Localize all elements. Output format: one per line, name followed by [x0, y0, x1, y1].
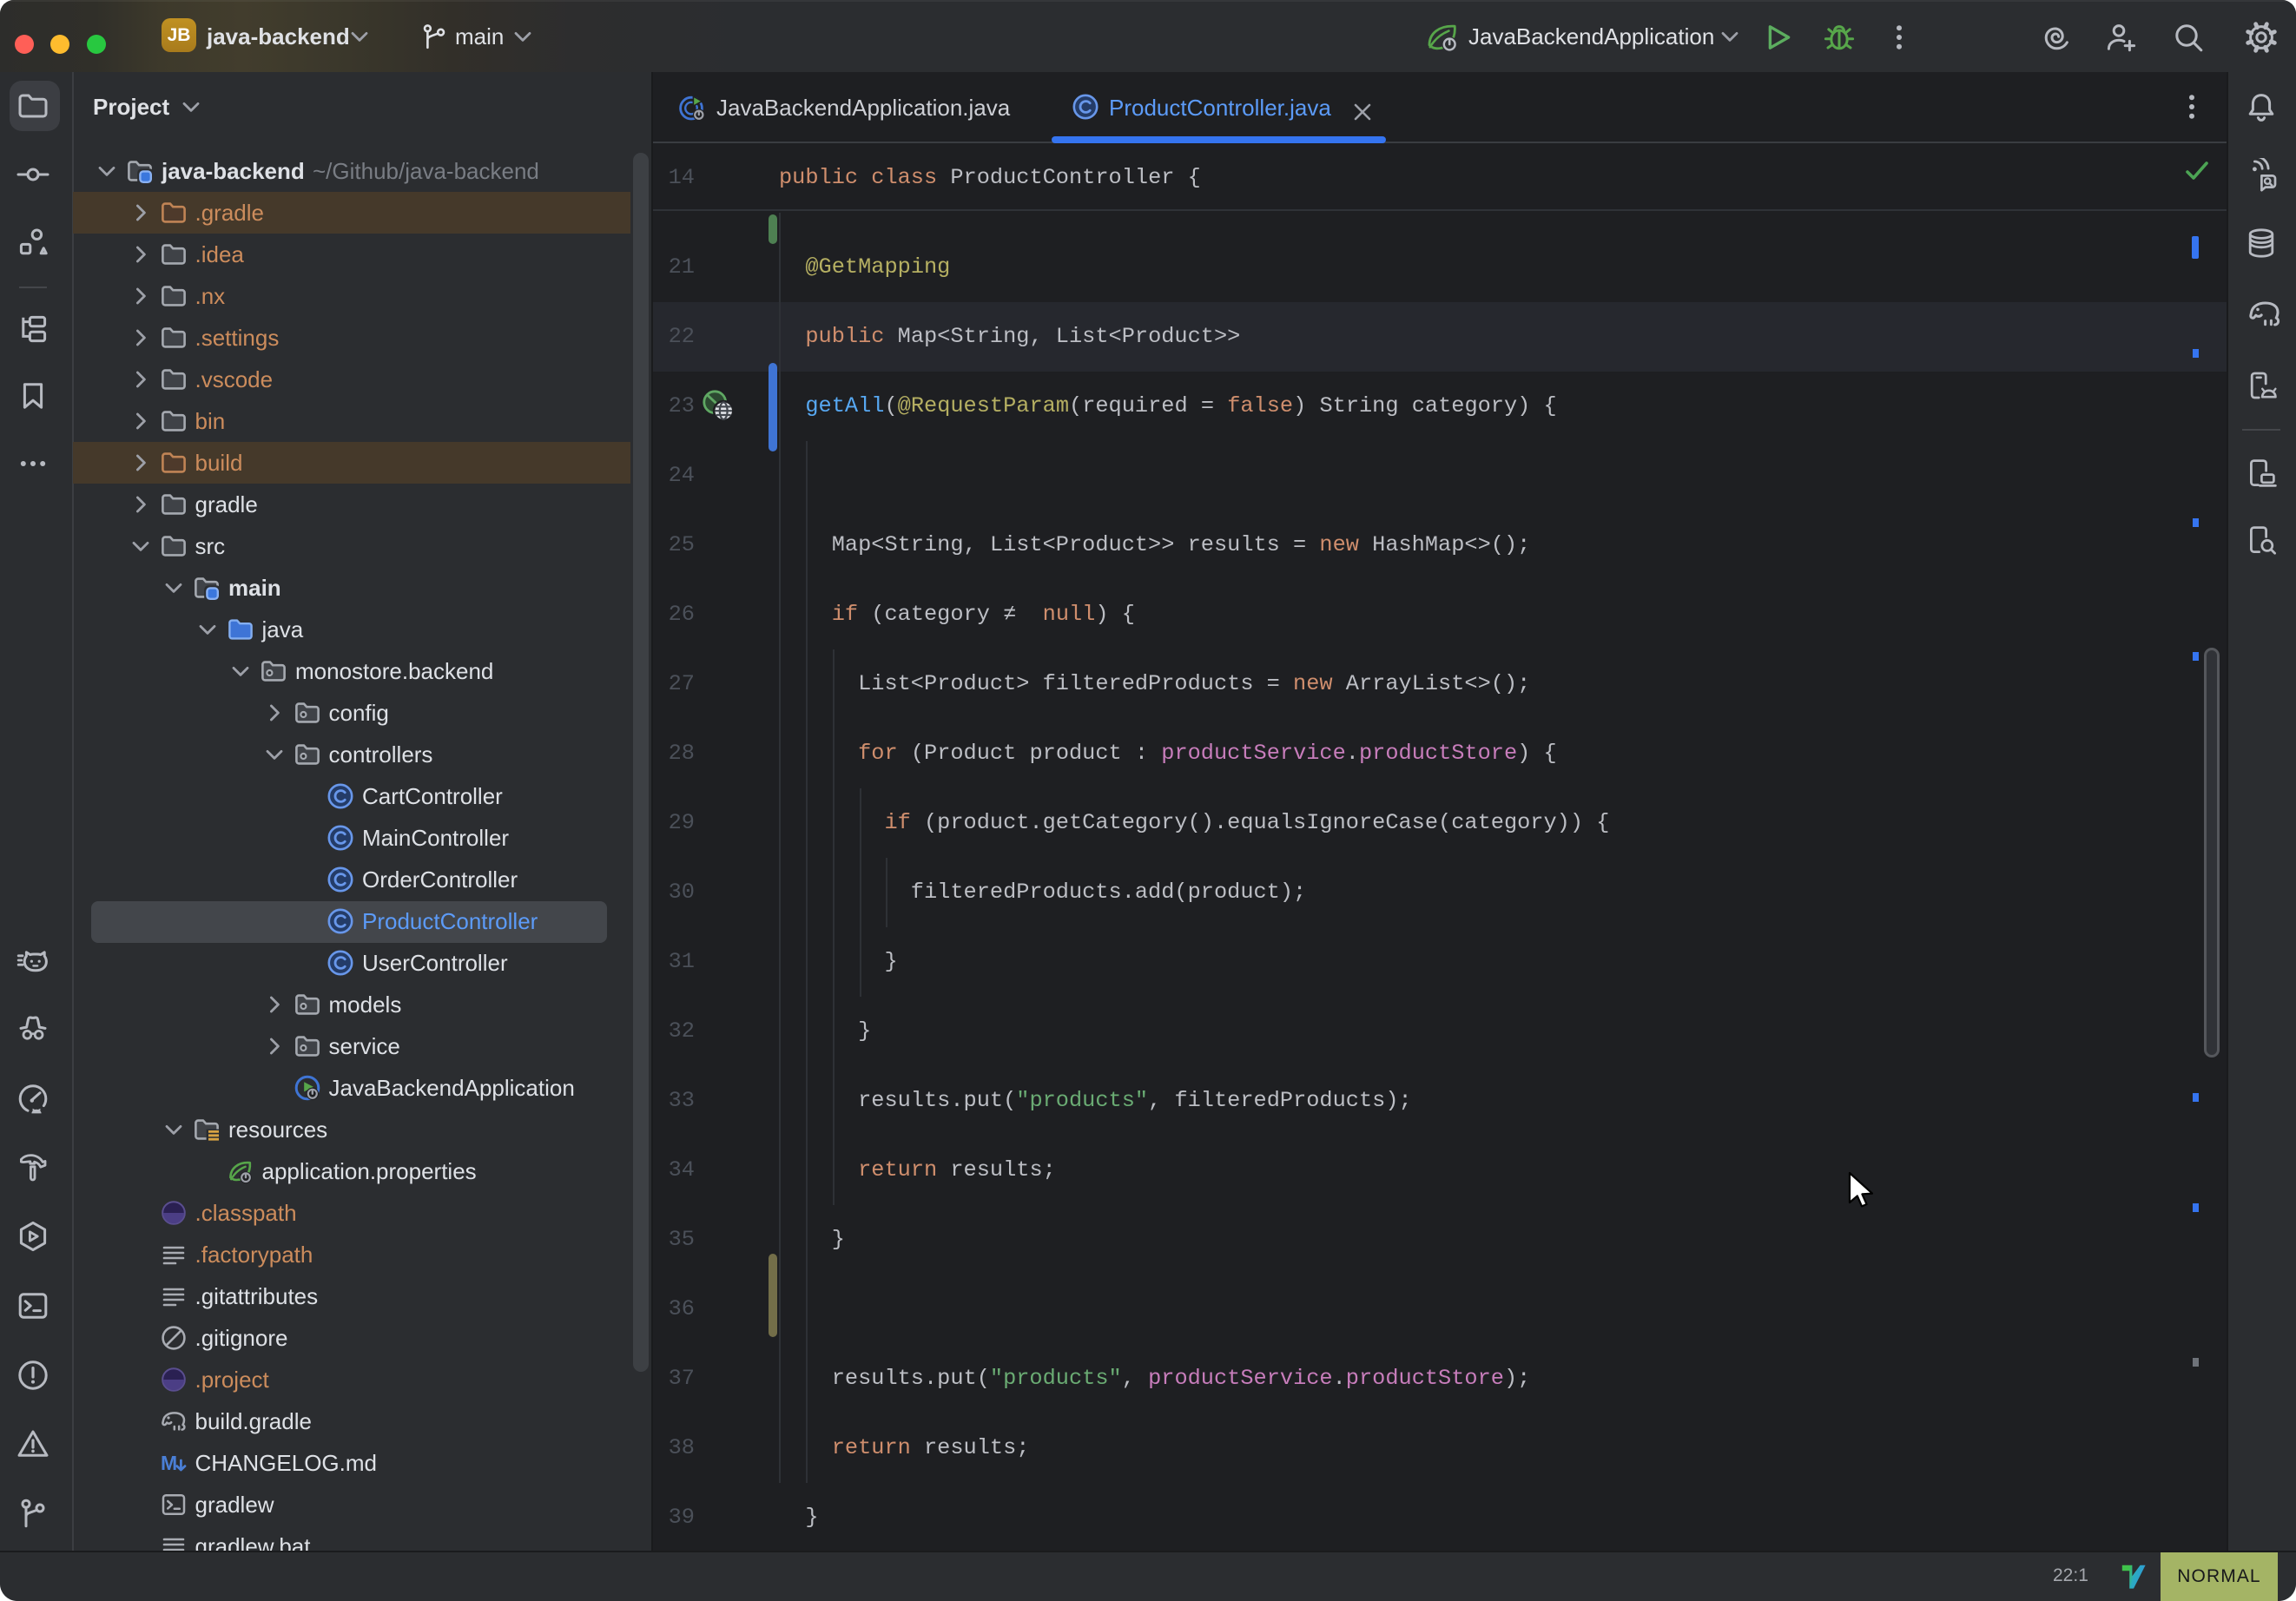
- svg-text:M: M: [161, 1452, 177, 1474]
